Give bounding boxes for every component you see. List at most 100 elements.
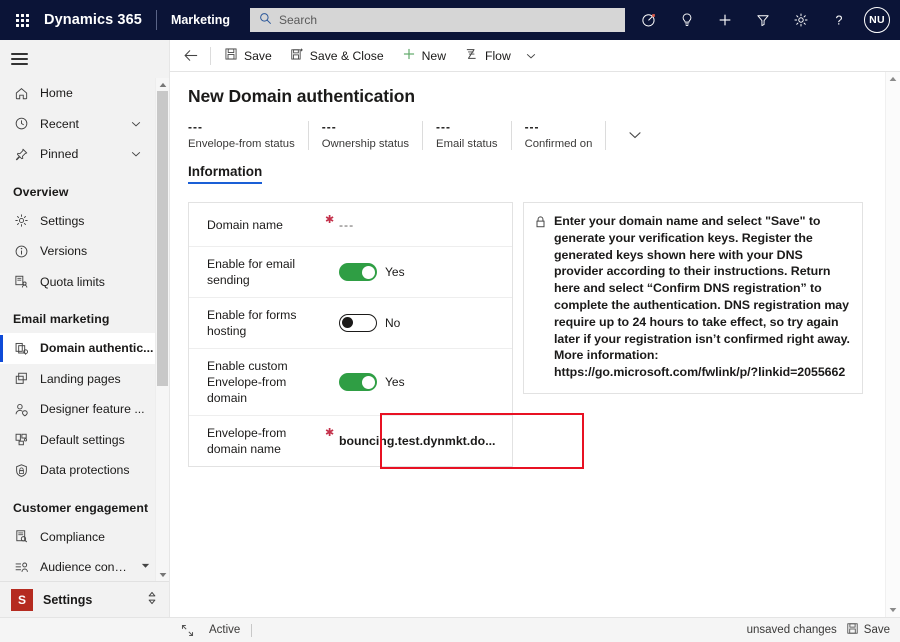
page-title: New Domain authentication: [188, 86, 415, 106]
save-icon: [224, 47, 238, 64]
field-value-enable-email-sending: Yes: [339, 263, 498, 281]
bpf-stage[interactable]: --- Envelope-from status: [188, 121, 309, 150]
help-icon[interactable]: ?: [820, 0, 858, 40]
pages-icon: [13, 371, 29, 387]
area-switcher-icon[interactable]: [146, 591, 158, 608]
filter-icon[interactable]: [744, 0, 782, 40]
field-row-enable-email-sending: Enable for email sending Yes: [189, 247, 512, 298]
scroll-more-down-icon[interactable]: [140, 560, 155, 574]
bpf-chevron-down-icon[interactable]: [619, 121, 643, 146]
scroll-down-arrow[interactable]: [886, 603, 900, 617]
new-button-label: New: [421, 48, 447, 63]
field-value-enable-custom-envelope-from-domain: Yes: [339, 373, 498, 391]
toggle-enable-custom-envelope-from-domain[interactable]: [339, 373, 377, 391]
main-content-area: Save Save & Close New Flow New Domain au…: [170, 40, 900, 617]
sidebar-scroll-track[interactable]: [156, 91, 170, 568]
status-bar: Active unsaved changes Save: [0, 617, 900, 642]
sidebar-item-label: Quota limits: [40, 274, 105, 289]
sidebar-item-pinned[interactable]: Pinned: [0, 139, 155, 170]
home-icon: [13, 85, 29, 101]
save-and-close-button-label: Save & Close: [309, 48, 384, 63]
bpf-stage-label: Email status: [436, 138, 498, 150]
quota-icon: [13, 274, 29, 290]
save-icon: [846, 622, 859, 638]
field-row-domain-name: Domain name ✱ ---: [189, 203, 512, 247]
new-button[interactable]: New: [393, 41, 455, 71]
sidebar-item-quota-limits[interactable]: Quota limits: [0, 267, 155, 298]
toggle-enable-email-sending[interactable]: [339, 263, 377, 281]
flow-chevron-down-icon[interactable]: [520, 41, 542, 71]
sidebar-item-versions[interactable]: Versions: [0, 236, 155, 267]
sidebar-item-data-protections[interactable]: Data protections: [0, 455, 155, 486]
area-switcher[interactable]: S Settings: [0, 581, 169, 617]
bpf-stage[interactable]: --- Confirmed on: [525, 121, 607, 150]
expand-icon[interactable]: [176, 624, 198, 637]
field-value-envelope-from-domain-name[interactable]: bouncing.test.dynmkt.do...: [339, 434, 498, 448]
plus-icon[interactable]: [706, 0, 744, 40]
flow-icon: [464, 47, 479, 64]
field-value-domain-name[interactable]: ---: [339, 218, 498, 232]
toggle-state-label: Yes: [385, 375, 405, 389]
bpf-stage-label: Confirmed on: [524, 138, 593, 150]
unsaved-changes-label: unsaved changes: [746, 624, 837, 636]
record-state-label: Active: [209, 624, 241, 636]
sidebar-scroll-thumb[interactable]: [156, 91, 168, 386]
scroll-down-arrow[interactable]: [156, 568, 170, 581]
user-avatar[interactable]: NU: [864, 7, 890, 33]
sidebar-group-title: Overview: [13, 184, 69, 199]
performance-icon[interactable]: [630, 0, 668, 40]
top-bar-icon-group: ? NU: [630, 0, 900, 40]
app-name-label[interactable]: Marketing: [157, 13, 244, 27]
bpf-stage[interactable]: --- Ownership status: [321, 120, 424, 150]
sidebar-scrollbar[interactable]: [155, 78, 169, 581]
chevron-down-icon[interactable]: [130, 118, 155, 130]
svg-text:?: ?: [836, 13, 843, 27]
tab-information[interactable]: Information: [188, 164, 263, 184]
form-field-card: Domain name ✱ --- Enable for email sendi…: [188, 202, 513, 467]
bpf-stage-value: ---: [188, 120, 203, 134]
app-launcher-button[interactable]: [0, 0, 44, 40]
chevron-down-icon[interactable]: [130, 148, 155, 160]
sidebar-item-landing-pages[interactable]: Landing pages: [0, 364, 155, 395]
page-scrollbar[interactable]: [885, 72, 900, 617]
sidebar-item-designer-feature[interactable]: Designer feature ...: [0, 394, 155, 425]
sidebar-item-default-settings[interactable]: Default settings: [0, 425, 155, 456]
command-bar: Save Save & Close New Flow: [170, 40, 900, 72]
required-spacer: [325, 358, 339, 359]
sidebar-item-domain-authentication[interactable]: Domain authentic...: [0, 333, 155, 364]
info-panel-text: Enter your domain name and select "Save"…: [554, 214, 850, 380]
form-content: New Domain authentication --- Envelope-f…: [170, 72, 900, 617]
scroll-up-arrow[interactable]: [156, 78, 170, 91]
sidebar-item-label: Recent: [40, 116, 79, 131]
domain-auth-icon: [13, 340, 29, 356]
designer-icon: [13, 401, 29, 417]
bpf-stage-value: ---: [321, 120, 337, 134]
save-button[interactable]: Save: [215, 41, 281, 71]
bpf-stage-value: ---: [524, 120, 540, 134]
back-button[interactable]: [176, 41, 206, 71]
lightbulb-icon[interactable]: [668, 0, 706, 40]
bpf-stage[interactable]: --- Email status: [436, 121, 512, 150]
top-navigation-bar: Dynamics 365 Marketing Search ? NU: [0, 0, 900, 40]
global-search-box[interactable]: Search: [249, 8, 625, 32]
sidebar-item-home[interactable]: Home: [0, 78, 155, 109]
sidebar-collapse-button[interactable]: [0, 40, 169, 78]
sidebar-item-compliance[interactable]: Compliance: [0, 522, 155, 553]
save-and-close-button[interactable]: Save & Close: [281, 41, 393, 71]
sidebar-item-recent[interactable]: Recent: [0, 109, 155, 140]
field-label: Envelope-from domain name: [207, 426, 287, 456]
scroll-up-arrow[interactable]: [886, 72, 900, 86]
flow-button[interactable]: Flow: [455, 41, 520, 71]
toggle-enable-forms-hosting[interactable]: [339, 314, 377, 332]
status-divider: [251, 623, 253, 637]
sidebar-item-label: Versions: [40, 244, 88, 259]
gear-icon[interactable]: [782, 0, 820, 40]
save-button-label: Save: [244, 48, 272, 63]
status-save-button[interactable]: Save: [846, 622, 890, 638]
sidebar-navigation: Home Recent Pinned Overview Settings Ver…: [0, 40, 170, 617]
brand-title[interactable]: Dynamics 365: [44, 12, 156, 28]
sidebar-item-label: Designer feature ...: [40, 402, 145, 417]
bpf-stage-value: ---: [436, 120, 452, 134]
sidebar-item-settings[interactable]: Settings: [0, 206, 155, 237]
sidebar-item-audience-configuration[interactable]: Audience configur...: [0, 552, 155, 581]
